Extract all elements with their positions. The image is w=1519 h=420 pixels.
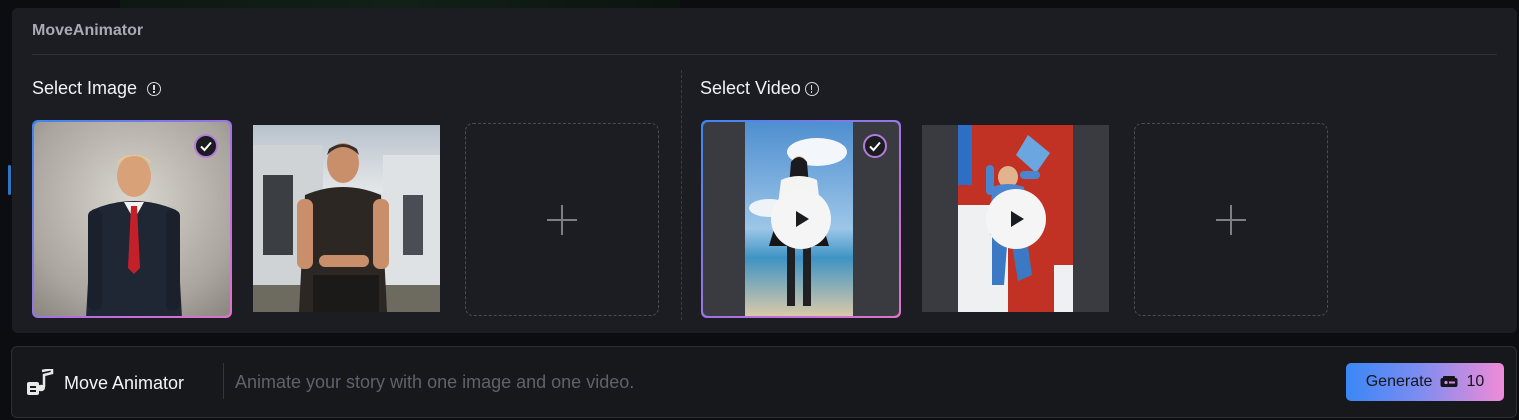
prompt-input[interactable]	[235, 369, 1315, 395]
edge-accent	[8, 165, 11, 195]
selected-check-icon	[194, 134, 218, 158]
add-video-button[interactable]	[1134, 123, 1328, 316]
selected-check-icon	[863, 134, 887, 158]
music-note-icon	[27, 369, 54, 395]
info-icon[interactable]	[147, 81, 162, 96]
move-animator-panel: MoveAnimator Select Image Select Video	[12, 8, 1517, 333]
panel-title: MoveAnimator	[32, 22, 144, 39]
generate-label: Generate	[1365, 373, 1433, 390]
credit-cost: 10	[1466, 373, 1485, 390]
brand-label: Move Animator	[64, 372, 185, 393]
info-icon[interactable]	[804, 81, 819, 96]
select-image-heading: Select Image	[32, 78, 162, 99]
play-icon[interactable]	[985, 188, 1046, 249]
brand: Move Animator	[26, 369, 184, 397]
panel-divider	[32, 54, 1497, 55]
video-option-2[interactable]	[922, 125, 1109, 312]
brand-separator	[223, 363, 224, 399]
video-option-1[interactable]	[701, 120, 901, 318]
coin-icon	[1440, 376, 1458, 387]
select-image-title: Select Image	[32, 78, 138, 98]
image-2-subject	[253, 143, 440, 312]
add-image-button[interactable]	[465, 123, 659, 316]
generate-button[interactable]: Generate 10	[1346, 363, 1504, 401]
image-1-subject	[86, 155, 182, 316]
image-option-1[interactable]	[32, 120, 232, 318]
image-option-2[interactable]	[253, 125, 440, 312]
plus-icon	[547, 204, 577, 235]
plus-icon	[1216, 204, 1246, 235]
select-video-heading: Select Video	[700, 78, 819, 99]
section-divider	[681, 70, 682, 320]
select-video-title: Select Video	[700, 78, 801, 98]
prompt-bar: Move Animator Generate 10	[11, 346, 1517, 418]
play-icon[interactable]	[771, 189, 831, 249]
